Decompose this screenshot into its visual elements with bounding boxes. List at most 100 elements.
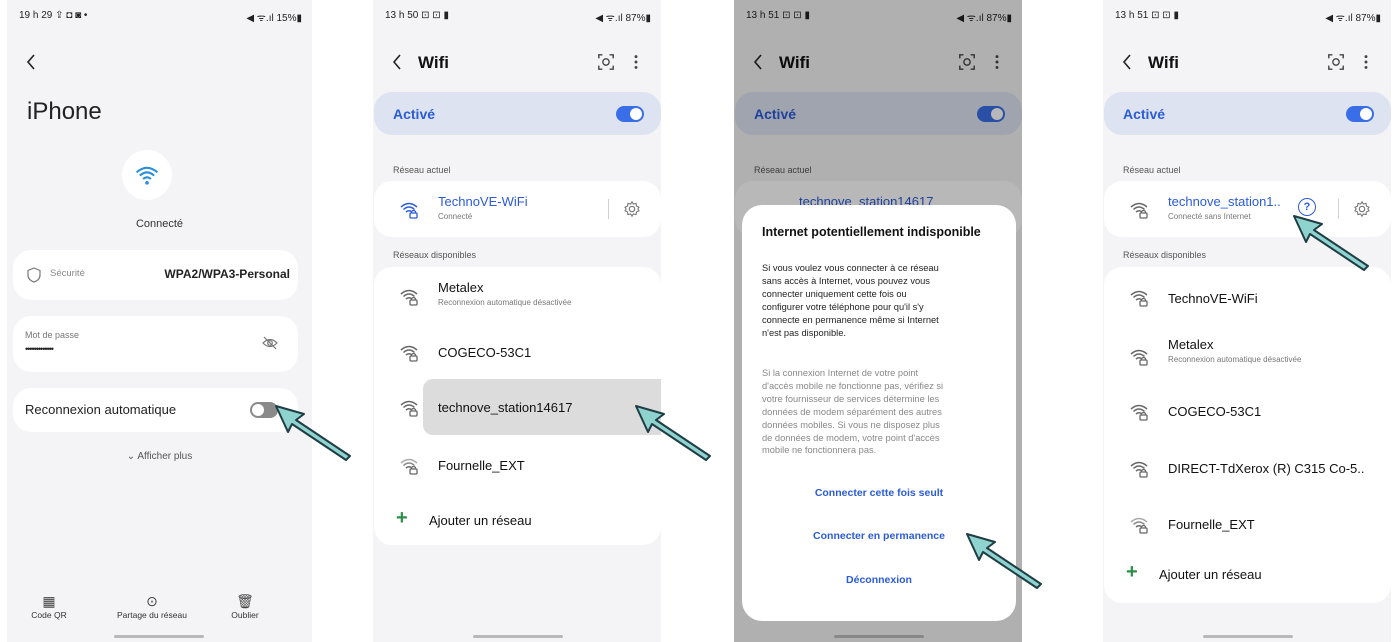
qr-scan-icon[interactable]: [1327, 53, 1345, 71]
list-item[interactable]: technove_station14617: [374, 381, 661, 433]
plus-icon: +: [1126, 561, 1138, 583]
wifi-lock-icon: [1129, 401, 1149, 421]
wifi-toggle[interactable]: [1346, 106, 1374, 122]
arrow-annotation-2: [634, 402, 714, 462]
arrow-annotation-3: [965, 530, 1045, 590]
security-label: Sécurité: [50, 268, 85, 279]
status-bar: 13 h 51 ⊡ ⊡ ▮ ◀ ᯤ.ıl 87%▮: [1115, 10, 1381, 24]
dialog-line: votre fournisseur de services détermine …: [762, 393, 940, 404]
wifi-lock-icon: [399, 199, 419, 219]
status-time: 13 h 51 ⊡ ⊡ ▮: [1115, 10, 1179, 21]
forget-button[interactable]: 🗑 Oublier: [225, 593, 265, 620]
arrow-annotation-4: [1292, 212, 1372, 272]
status-time: 19 h 29 ⇪ ◘ ◙ •: [19, 10, 88, 21]
dialog-line: données de modem séparément des autres: [762, 406, 942, 417]
list-item[interactable]: DIRECT-TdXerox (R) C315 Co-5..: [1104, 441, 1391, 493]
dialog-line: données mobiles. Si vous ne disposez plu…: [762, 419, 940, 430]
auto-reconnect-row[interactable]: Reconnexion automatique: [13, 388, 298, 432]
list-item[interactable]: COGECO-53C1: [374, 326, 661, 378]
list-item[interactable]: Fournelle_EXT: [1104, 497, 1391, 549]
status-indicators: ◀ ᯤ.ıl 15%▮: [246, 13, 302, 24]
list-item[interactable]: Metalex Reconnexion automatique désactiv…: [374, 267, 661, 323]
password-label: Mot de passe: [25, 330, 80, 340]
phone-screen-network-details: 19 h 29 ⇪ ◘ ◙ • ◀ ᯤ.ıl 15%▮ iPhone Conne…: [7, 0, 312, 642]
qr-code-label: Code QR: [31, 610, 67, 620]
add-network-label: Ajouter un réseau: [429, 513, 532, 528]
wifi-toggle[interactable]: [616, 106, 644, 122]
connection-status: Connecté: [135, 218, 184, 230]
network-title: iPhone: [27, 98, 102, 125]
wifi-lock-icon: [1129, 199, 1149, 219]
status-bar: 19 h 29 ⇪ ◘ ◙ • ◀ ᯤ.ıl 15%▮: [19, 10, 302, 24]
network-name: Metalex: [438, 280, 484, 295]
wifi-lock-icon: [1129, 458, 1149, 478]
wifi-lock-icon: [1129, 514, 1149, 534]
qr-scan-icon[interactable]: [597, 53, 615, 71]
wifi-lock-icon: [399, 455, 419, 475]
forget-label: Oublier: [231, 610, 259, 620]
connect-once-button[interactable]: Connecter cette fois seult: [742, 487, 1016, 499]
network-name: Metalex: [1168, 337, 1214, 352]
list-item[interactable]: COGECO-53C1: [1104, 385, 1391, 437]
wifi-active-label: Activé: [393, 106, 436, 122]
current-network-section: Réseau actuel: [1123, 165, 1181, 175]
plus-icon: +: [396, 507, 408, 529]
available-networks-section: Réseaux disponibles: [393, 250, 477, 260]
status-bar: 13 h 50 ⊡ ⊡ ▮ ◀ ᯤ.ıl 87%▮: [385, 10, 651, 24]
gear-icon[interactable]: [623, 200, 641, 218]
home-indicator: [1203, 635, 1293, 638]
home-indicator: [834, 635, 924, 638]
dialog-line: sans accès à Internet, vous pouvez vous: [762, 275, 930, 286]
wifi-lock-icon: [1129, 346, 1149, 366]
back-icon[interactable]: [25, 52, 37, 72]
wifi-master-switch[interactable]: Activé: [1104, 92, 1391, 135]
security-value: WPA2/WPA3-Personal: [164, 267, 290, 281]
current-network-name: TechnoVE-WiFi: [438, 194, 528, 209]
network-name: DIRECT-TdXerox (R) C315 Co-5..: [1168, 461, 1365, 476]
more-options-icon[interactable]: [633, 53, 639, 71]
wifi-icon: [135, 166, 159, 185]
current-network-status: Connecté sans Internet: [1168, 212, 1251, 221]
add-network-button[interactable]: + Ajouter un réseau: [374, 497, 661, 541]
dialog-line: connecter uniquement cette fois ou: [762, 288, 907, 299]
chevron-down-icon: ⌄: [126, 451, 136, 462]
arrow-annotation-1: [274, 402, 354, 462]
share-network-button[interactable]: ⊙ Partage du réseau: [102, 593, 202, 620]
phone-screen-wifi-connected: 13 h 51 ⊡ ⊡ ▮ ◀ ᯤ.ıl 87%▮ Wifi Activé Ré…: [1103, 0, 1391, 642]
list-item[interactable]: Fournelle_EXT: [374, 439, 661, 491]
home-indicator: [114, 635, 204, 638]
qr-code-button[interactable]: ▦ Code QR: [29, 593, 69, 620]
dialog-line: connecte en permanence même si Internet: [762, 314, 939, 325]
network-name: TechnoVE-WiFi: [1168, 291, 1258, 306]
list-item[interactable]: Metalex Reconnexion automatique désactiv…: [1104, 327, 1391, 383]
add-network-label: Ajouter un réseau: [1159, 567, 1262, 582]
current-network-row[interactable]: TechnoVE-WiFi Connecté: [374, 181, 661, 237]
back-icon[interactable]: [1121, 52, 1133, 72]
network-name: COGECO-53C1: [438, 345, 532, 360]
network-name: COGECO-53C1: [1168, 404, 1262, 419]
share-icon: ⊙: [146, 593, 158, 609]
list-item[interactable]: TechnoVE-WiFi: [1104, 271, 1391, 323]
wifi-master-switch[interactable]: Activé: [374, 92, 661, 135]
dialog-line: Si la connexion Internet de votre point: [762, 368, 919, 378]
add-network-button[interactable]: + Ajouter un réseau: [1104, 557, 1391, 597]
network-name: Fournelle_EXT: [438, 458, 525, 473]
password-row[interactable]: Mot de passe •••••••••••••: [13, 316, 298, 372]
dialog-note: Si la connexion Internet de votre point …: [762, 367, 943, 457]
dialog-line: Si vous voulez vous connecter à ce résea…: [762, 263, 939, 273]
available-networks-list: TechnoVE-WiFi Metalex Reconnexion automa…: [1104, 267, 1391, 603]
more-options-icon[interactable]: [1363, 53, 1369, 71]
security-row: Sécurité WPA2/WPA3-Personal: [13, 250, 298, 300]
phone-screen-wifi-list: 13 h 50 ⊡ ⊡ ▮ ◀ ᯤ.ıl 87%▮ Wifi Activé Ré…: [373, 0, 661, 642]
status-indicators: ◀ ᯤ.ıl 87%▮: [1325, 13, 1381, 24]
available-networks-list: Metalex Reconnexion automatique désactiv…: [374, 267, 661, 545]
show-more-link[interactable]: ⌄ Afficher plus: [7, 451, 312, 462]
status-indicators: ◀ ᯤ.ıl 87%▮: [595, 13, 651, 24]
divider: [608, 199, 609, 219]
eye-off-icon[interactable]: [262, 336, 278, 350]
back-icon[interactable]: [391, 52, 403, 72]
wifi-lock-icon: [399, 397, 419, 417]
network-name: technove_station14617: [438, 400, 573, 415]
shield-icon: [27, 267, 41, 283]
status-time: 13 h 50 ⊡ ⊡ ▮: [385, 10, 449, 21]
